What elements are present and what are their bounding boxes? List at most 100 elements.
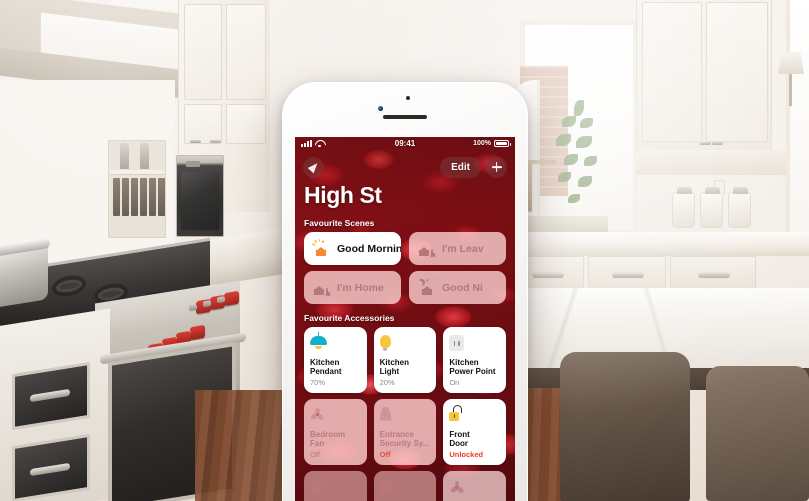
cabinet-valance [636, 150, 788, 175]
accessories-section-header: Favourite Accessories [304, 313, 395, 323]
drawer-pull [612, 272, 644, 278]
accessory-name-line1: Front [449, 430, 470, 439]
accessory-state: On [449, 378, 460, 388]
scene-card-im-leaving[interactable]: I'm Leav [409, 232, 506, 265]
accessories-grid: Kitchen Pendant 70% Kitchen Light 20% Ki… [295, 327, 515, 501]
accessory-state: 20% [379, 378, 395, 388]
home-app-content: 09:41 100% Edit High St Favourite Scenes… [295, 137, 515, 501]
candlestick [140, 143, 149, 169]
drawer-pull [532, 272, 564, 278]
cabinet-door [642, 2, 702, 142]
accessory-card-entrance-security-system[interactable]: Entrance Security Sy... Off [373, 399, 437, 465]
status-bar-time: 09:41 [394, 139, 416, 148]
candlestick [120, 143, 129, 169]
house-glyph [421, 286, 433, 295]
cabinet-handle [210, 140, 221, 143]
accessory-card-partial[interactable] [443, 471, 506, 501]
potted-plant [554, 100, 618, 220]
accessory-card-kitchen-light[interactable]: Kitchen Light 20% [373, 327, 437, 393]
walking-person-glyph [325, 288, 330, 297]
house-glyph [418, 247, 430, 256]
add-button[interactable] [486, 156, 507, 178]
accessory-card-partial[interactable] [304, 471, 367, 501]
moon-house-icon: ✦ [418, 279, 435, 296]
kitchen-canister [728, 187, 751, 228]
sconce-stem [789, 74, 792, 106]
light-bulb-icon [379, 477, 431, 499]
drawer-pull [698, 272, 730, 278]
oven-glass [181, 172, 219, 230]
accessory-card-bedroom-fan[interactable]: Bedroom Fan Off [304, 399, 367, 465]
status-bar-right: 100% [473, 140, 511, 147]
accessory-name-line2: Pendant [310, 367, 342, 377]
earpiece-speaker-icon [383, 115, 427, 119]
cabinet-handle [190, 140, 201, 143]
house-person-icon [418, 240, 435, 258]
accessory-name-line1: Kitchen [379, 358, 409, 367]
accessory-card-front-door[interactable]: Front Door Unlocked [443, 399, 506, 465]
scene-card-good-night[interactable]: ✦ Good Ni [409, 271, 506, 304]
unlocked-padlock-icon [449, 405, 500, 427]
edit-button[interactable]: Edit [440, 156, 481, 178]
cabinet-handle [700, 142, 711, 145]
pendant-lamp-icon [310, 332, 361, 355]
scene-label: I'm Leav [442, 242, 484, 255]
accessory-state: Unlocked [449, 450, 484, 460]
accessory-name-line2: Light [379, 367, 400, 377]
wall-sconce [778, 52, 804, 74]
cabinet-door [226, 4, 266, 100]
cabinet-door [706, 2, 768, 142]
accessory-card-kitchen-pendant[interactable]: Kitchen Pendant 70% [304, 327, 367, 393]
spice-jar [158, 178, 165, 216]
battery-percent-label: 100% [473, 140, 491, 147]
light-bulb-icon [310, 477, 361, 499]
iphone-device: 09:41 100% Edit High St Favourite Scenes… [282, 82, 528, 501]
cabinet-handle [712, 142, 723, 145]
proximity-sensor-icon [406, 96, 410, 100]
cabinet-door [184, 104, 222, 144]
kitchen-faucet [528, 160, 532, 212]
scene-card-im-home[interactable]: I'm Home [304, 271, 401, 304]
accessory-card-kitchen-power-point[interactable]: Kitchen Power Point On [443, 327, 506, 393]
scenes-grid: Good Morning [295, 232, 515, 304]
spice-jar [122, 178, 129, 216]
light-bulb-icon [379, 333, 431, 355]
house-glyph [313, 286, 325, 295]
scenes-section-header: Favourite Scenes [304, 218, 375, 228]
location-arrow-button[interactable] [303, 156, 324, 178]
scene-card-good-morning[interactable]: Good Morning [304, 232, 401, 265]
range-knob [224, 290, 239, 307]
spice-jar [149, 178, 156, 216]
star-glyph: ✦ [425, 278, 430, 284]
battery-icon [494, 140, 511, 147]
accessory-name-line1: Kitchen [310, 358, 340, 367]
spice-jar [140, 178, 147, 216]
scene-label: I'm Home [337, 281, 384, 294]
counter-right [508, 232, 809, 256]
power-outlet-icon [449, 333, 500, 355]
scene-label: Good Ni [442, 281, 483, 294]
accessory-state: Off [310, 450, 320, 460]
accessory-card-partial[interactable] [373, 471, 437, 501]
home-name-title: High St [304, 182, 382, 208]
accessory-name-line1: Kitchen [449, 358, 479, 367]
cabinet-door [226, 104, 266, 144]
fan-icon [310, 405, 361, 427]
sun-house-icon [311, 239, 330, 257]
house-person-icon [313, 279, 330, 297]
bar-stool [560, 352, 690, 501]
accessory-state: Off [379, 450, 391, 460]
accessory-name-line2: Power Point [449, 367, 496, 377]
alarm-icon [379, 405, 431, 427]
nav-right-group: Edit [440, 156, 507, 178]
accessory-name-line1: Entrance [379, 430, 414, 439]
kitchen-canister [672, 187, 695, 228]
side-window [786, 0, 809, 250]
home-nav-bar: Edit [295, 150, 515, 180]
wifi-icon [315, 140, 324, 148]
accessory-name-line2: Door [449, 439, 468, 449]
house-glyph [315, 247, 327, 256]
accessory-state: 70% [310, 378, 326, 388]
accessory-name-line1: Bedroom [310, 430, 346, 439]
spice-jar [113, 178, 120, 216]
